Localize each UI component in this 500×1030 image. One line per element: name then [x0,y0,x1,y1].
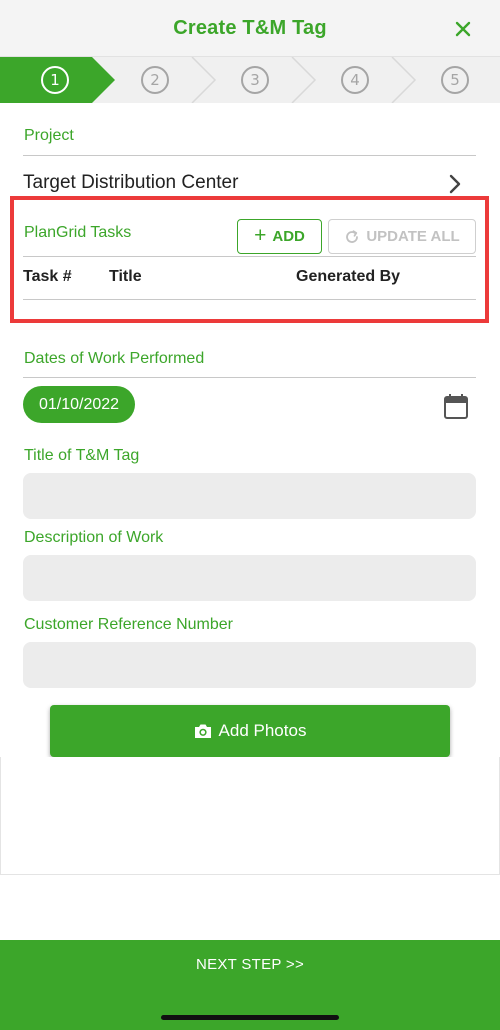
divider [23,299,476,300]
camera-icon [194,724,211,738]
plus-icon: + [254,223,267,247]
chevron-right-icon [391,57,417,103]
page-title: Create T&M Tag [173,16,327,39]
title-label: Title of T&M Tag [24,447,140,464]
add-task-button[interactable]: + ADD [237,219,322,254]
title-input[interactable] [23,473,476,519]
add-photos-label: Add Photos [218,721,307,740]
dates-label: Dates of Work Performed [24,350,205,367]
calendar-icon[interactable] [443,393,469,421]
home-indicator [161,1015,339,1020]
column-header-title: Title [109,268,142,285]
description-label: Description of Work [24,529,164,546]
divider [23,155,476,156]
date-chip[interactable]: 01/10/2022 [23,386,135,423]
step-1[interactable]: 1 [41,66,69,94]
chevron-right-icon [291,57,317,103]
divider [23,256,476,257]
header-bar: Create T&M Tag [0,0,500,57]
step-4[interactable]: 4 [341,66,369,94]
project-label: Project [24,127,74,144]
highlight-box [10,196,489,323]
update-all-button[interactable]: UPDATE ALL [328,219,476,254]
column-header-generated-by: Generated By [296,268,401,285]
close-icon[interactable] [452,18,474,40]
column-header-task-number: Task # [23,268,72,285]
add-photos-button[interactable]: Add Photos [50,705,450,757]
refresh-icon [346,229,359,243]
next-step-button[interactable]: NEXT STEP >> [0,956,500,973]
plangrid-tasks-label: PlanGrid Tasks [24,224,132,241]
step-2[interactable]: 2 [141,66,169,94]
update-all-label: UPDATE ALL [366,228,460,245]
project-selector[interactable]: Target Distribution Center [23,172,238,194]
step-progress: 1 2 3 4 5 [0,57,500,103]
customer-reference-input[interactable] [23,642,476,688]
divider [23,377,476,378]
chevron-right-icon [191,57,217,103]
customer-reference-label: Customer Reference Number [24,616,233,633]
description-input[interactable] [23,555,476,601]
chevron-right-icon[interactable] [446,173,464,195]
step-5[interactable]: 5 [441,66,469,94]
photo-gallery-area [0,757,500,875]
step-3[interactable]: 3 [241,66,269,94]
add-button-label: ADD [272,228,305,245]
